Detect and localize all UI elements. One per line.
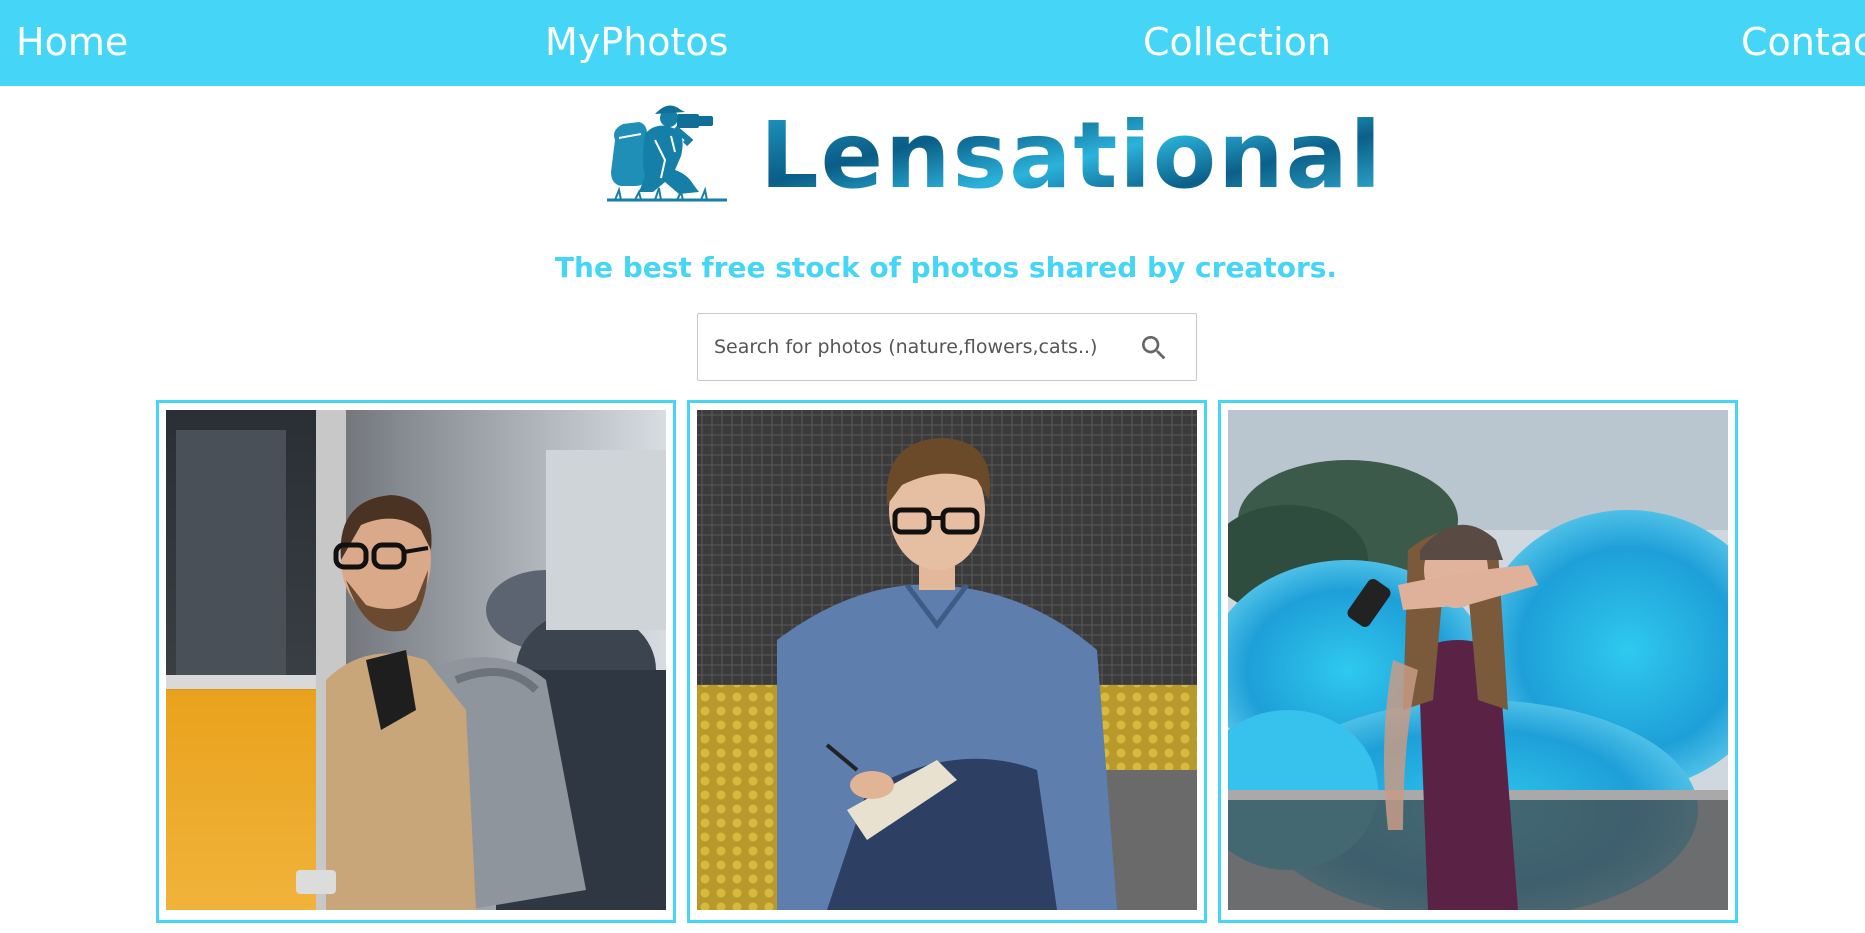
search-button[interactable] [1138,332,1170,364]
photo-card[interactable] [1218,400,1738,923]
man-with-backpack-photo[interactable] [166,410,666,910]
tagline: The best free stock of photos shared by … [554,251,1338,284]
photo-card[interactable] [687,400,1207,923]
photographer-icon [607,105,727,202]
nav-link-myphotos[interactable]: MyPhotos [545,19,728,65]
nav-link-home[interactable]: Home [16,19,128,65]
nav-link-contact[interactable]: Contact [1741,19,1865,65]
nav-link-collection[interactable]: Collection [1143,19,1331,65]
search-icon [1142,336,1166,360]
woman-blue-smoke-photo[interactable] [1228,410,1728,910]
logo-wordmark: Lensational [760,102,1384,209]
man-writing-notebook-photo[interactable] [697,410,1197,910]
photo-card[interactable] [156,400,676,923]
search-input[interactable] [714,314,1114,380]
search-bar [697,313,1197,381]
site-logo[interactable]: Lensational [605,100,1381,210]
top-nav: Home MyPhotos Collection Contact [0,0,1865,86]
